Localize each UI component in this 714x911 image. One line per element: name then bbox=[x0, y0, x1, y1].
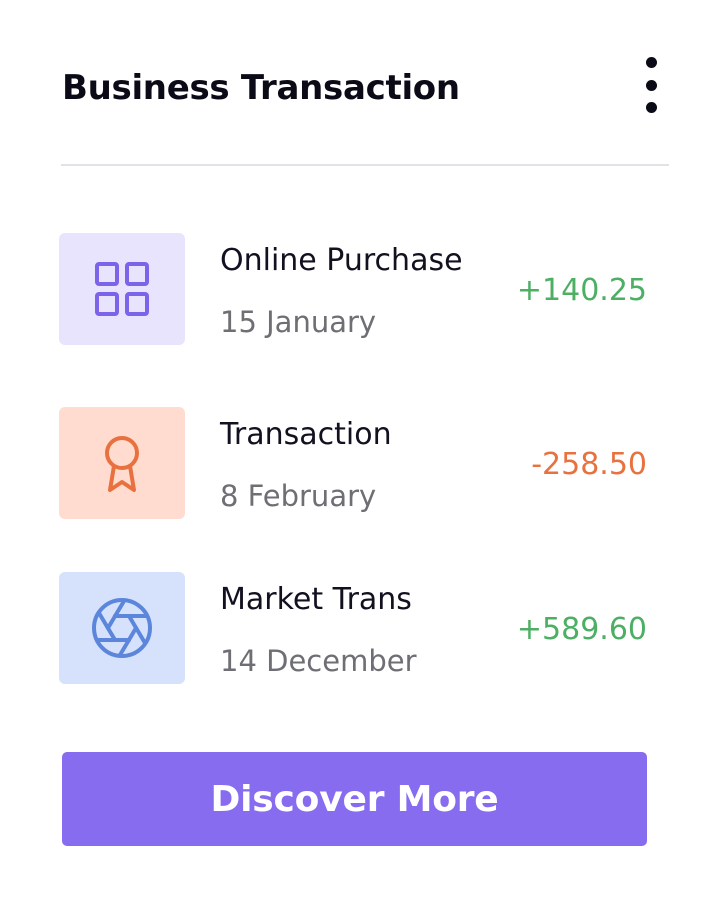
discover-more-button[interactable]: Discover More bbox=[62, 752, 647, 846]
transaction-date: 14 December bbox=[220, 644, 417, 678]
transaction-name: Online Purchase bbox=[220, 243, 463, 278]
transaction-amount: +589.60 bbox=[516, 612, 647, 647]
header-divider bbox=[61, 164, 669, 166]
transaction-icon-box bbox=[59, 233, 185, 345]
more-vertical-icon bbox=[645, 57, 657, 68]
transaction-icon-box bbox=[59, 572, 185, 684]
transaction-row[interactable]: Online Purchase 15 January +140.25 bbox=[59, 233, 659, 345]
transaction-name: Market Trans bbox=[220, 582, 412, 617]
transaction-name: Transaction bbox=[220, 417, 392, 452]
transaction-row[interactable]: Transaction 8 February -258.50 bbox=[59, 407, 659, 519]
transaction-amount: -258.50 bbox=[531, 447, 647, 482]
transaction-date: 8 February bbox=[220, 479, 377, 513]
award-icon bbox=[105, 436, 139, 492]
more-vertical-icon-dot bbox=[645, 79, 657, 91]
aperture-icon bbox=[92, 598, 152, 658]
transaction-date: 15 January bbox=[220, 305, 377, 339]
transaction-icon-box bbox=[59, 407, 185, 519]
transaction-row[interactable]: Market Trans 14 December +589.60 bbox=[59, 572, 659, 684]
business-transaction-card: Business Transaction Online Purchase 15 … bbox=[0, 0, 714, 911]
transaction-amount: +140.25 bbox=[516, 273, 647, 308]
card-title: Business Transaction bbox=[62, 68, 460, 108]
grid-icon bbox=[95, 262, 149, 316]
more-options-button[interactable] bbox=[628, 52, 674, 118]
more-vertical-icon-dot bbox=[645, 102, 657, 113]
